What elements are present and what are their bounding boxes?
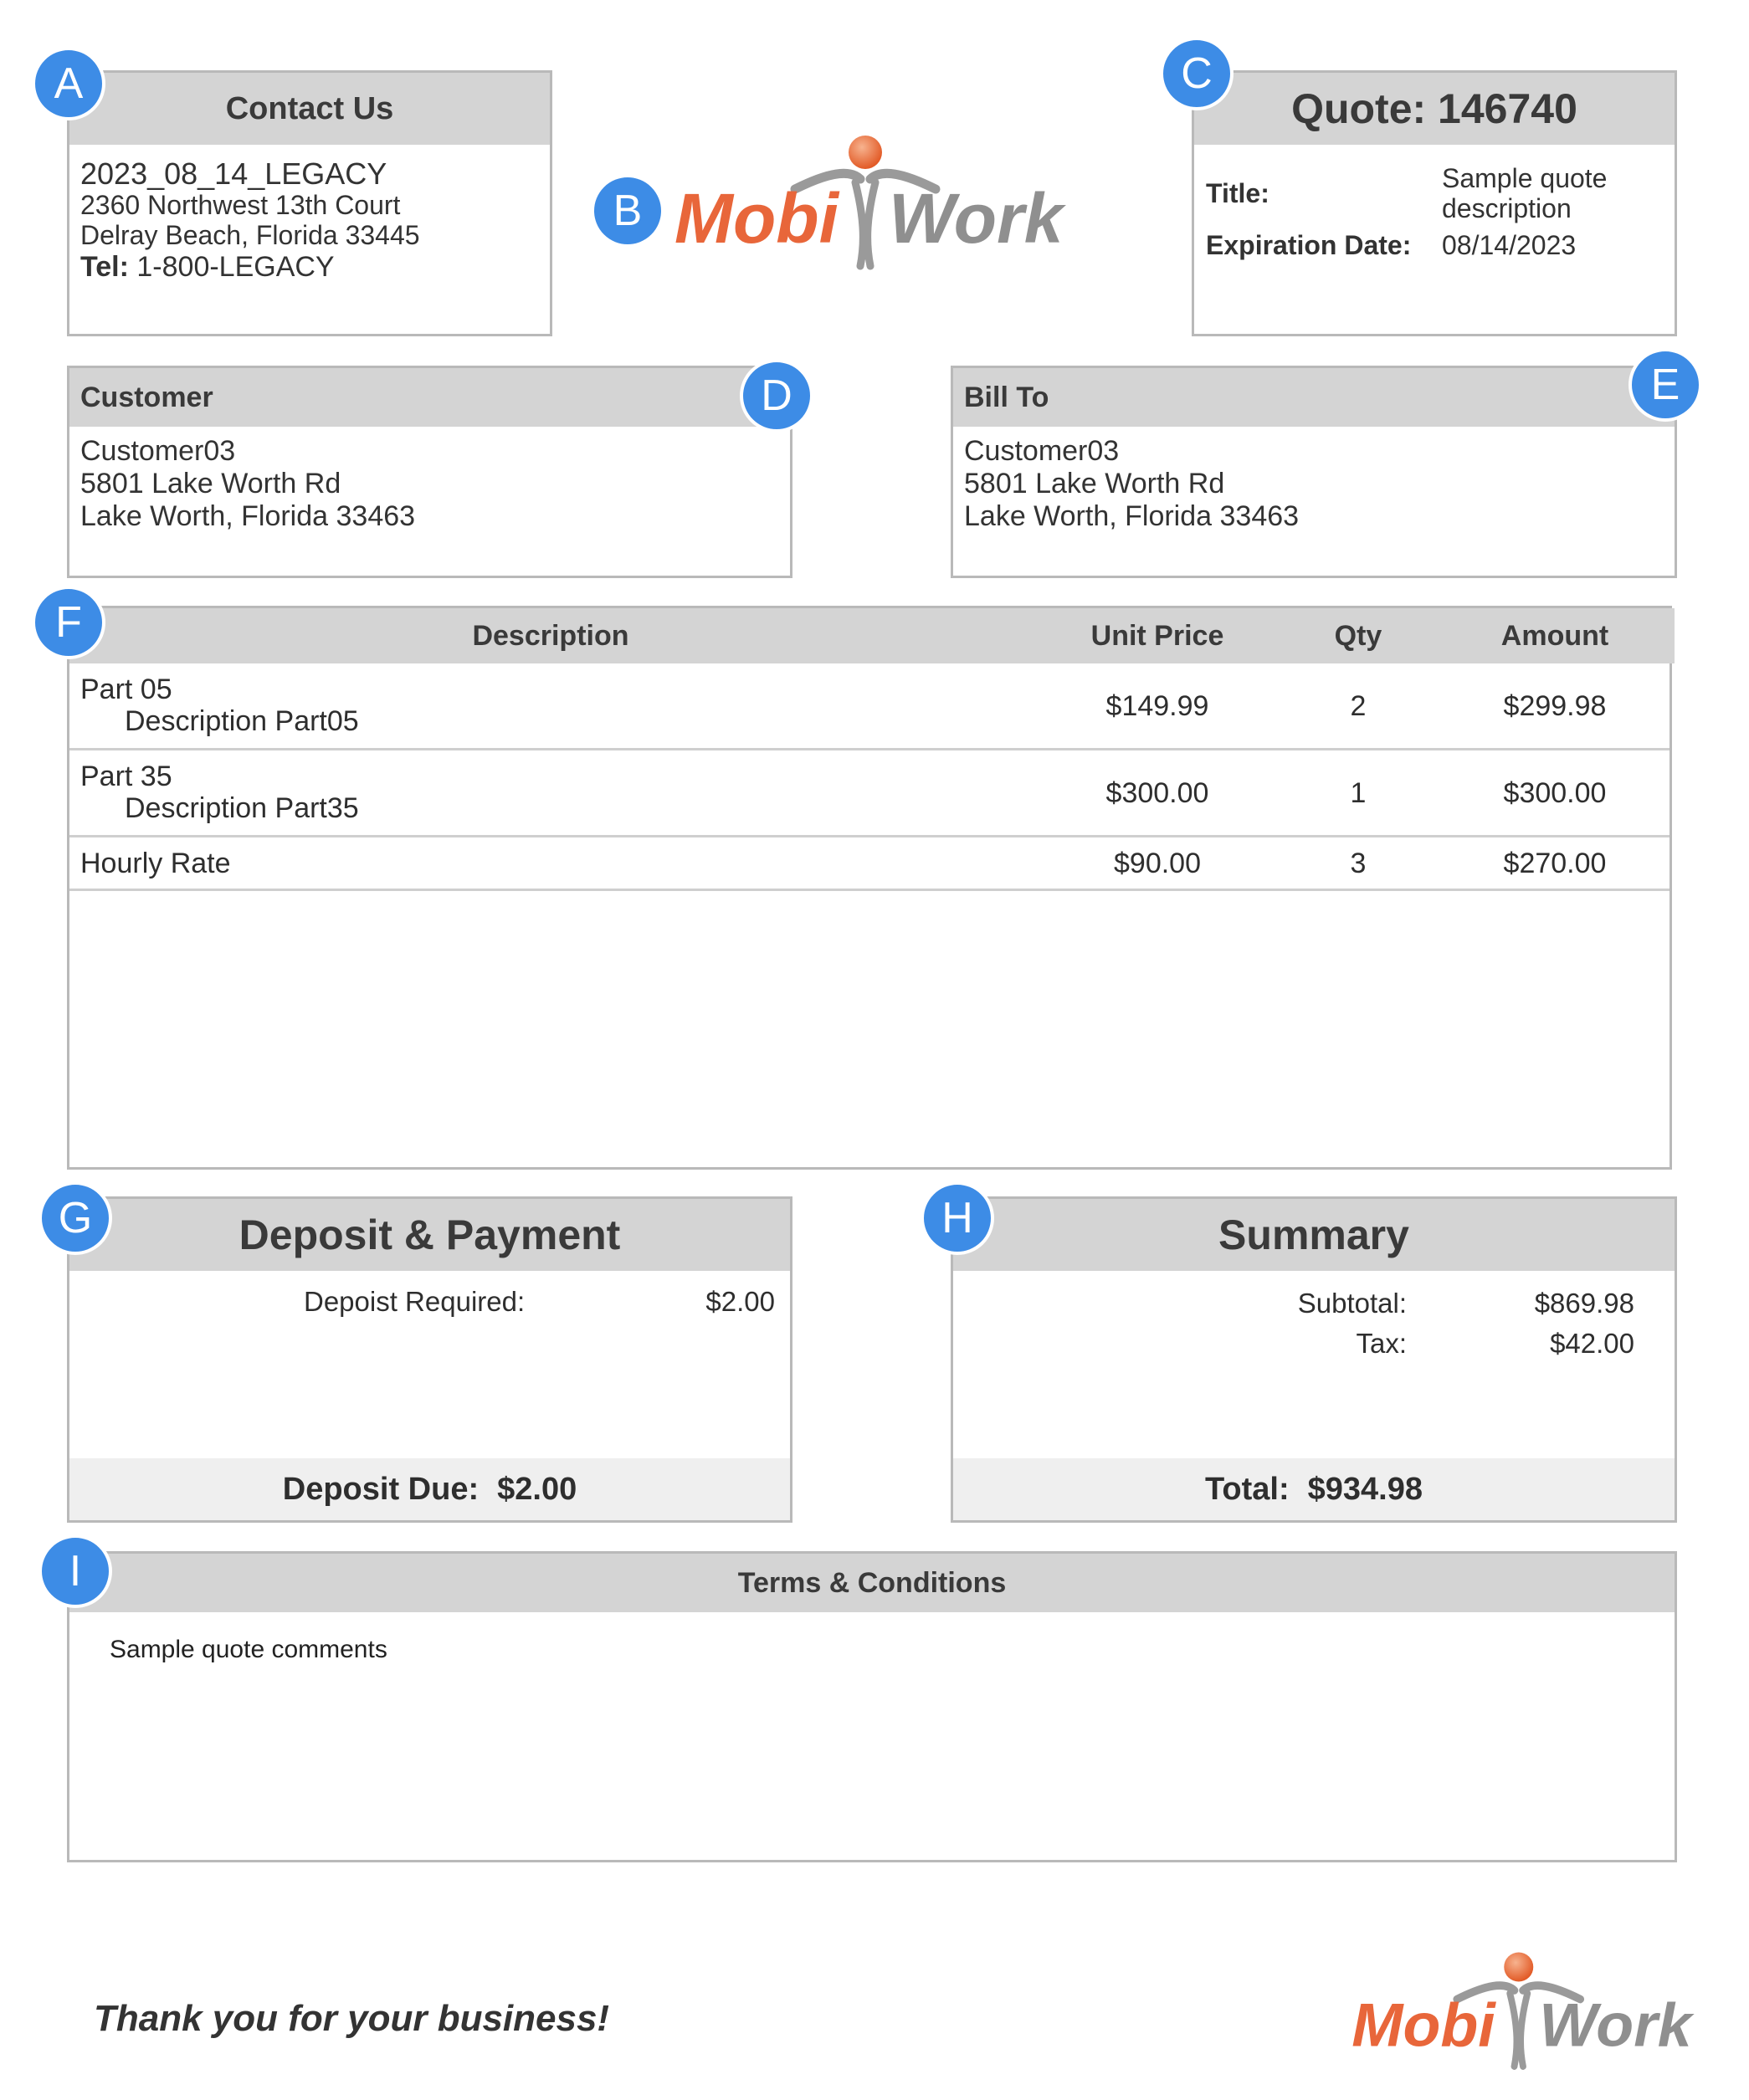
col-header-amount: Amount [1500,620,1609,652]
quote-box: Quote: 146740 Title: Sample quote descri… [1192,70,1677,336]
quote-title-label: Title: [1206,178,1269,208]
item-unit-price: $300.00 [1105,777,1209,809]
annotation-marker-a: A [32,47,105,120]
table-row: Part 05 Description Part05 $149.99 2 $29… [69,663,1670,750]
customer-street: 5801 Lake Worth Rd [80,468,341,499]
subtotal-value: $869.98 [1534,1288,1634,1319]
item-qty: 2 [1350,690,1367,722]
line-items-table: Description Unit Price Qty Amount Part 0… [67,606,1675,1170]
bill-to-street: 5801 Lake Worth Rd [964,468,1225,499]
total-footer: Total: $934.98 [953,1458,1675,1520]
item-qty: 3 [1350,848,1367,879]
item-qty: 1 [1350,777,1367,809]
annotation-marker-f: F [32,586,105,659]
annotation-marker-h: H [921,1181,994,1255]
customer-heading: Customer [69,368,790,427]
item-unit-price: $149.99 [1105,690,1209,722]
bill-to-box: Bill To Customer03 5801 Lake Worth Rd La… [951,366,1677,578]
item-name: Part 05 [80,674,172,705]
company-phone: Tel: 1-800-LEGACY [80,250,539,284]
terms-heading: Terms & Conditions [69,1554,1675,1612]
customer-name: Customer03 [80,435,236,467]
deposit-payment-box: Deposit & Payment Depoist Required: $2.0… [67,1196,792,1523]
subtotal-label: Subtotal: [1297,1288,1407,1319]
table-header: Description Unit Price Qty Amount [69,608,1675,663]
customer-city: Lake Worth, Florida 33463 [80,500,416,532]
quote-details: Title: Sample quote description Expirati… [1206,160,1634,264]
company-city: Delray Beach, Florida 33445 [80,220,420,250]
summary-box: Summary Subtotal: $869.98 Tax: $42.00 To… [951,1196,1677,1523]
total-value: $934.98 [1307,1471,1423,1507]
annotation-marker-e: E [1628,348,1702,422]
footer-logo-text-work: Work [1539,1990,1695,2060]
table-row: Hourly Rate $90.00 3 $270.00 [69,837,1670,891]
item-name: Hourly Rate [80,848,231,879]
bill-to-heading: Bill To [953,368,1675,427]
item-amount: $300.00 [1503,777,1607,809]
item-name: Part 35 [80,761,172,792]
quote-heading: Quote: 146740 [1194,73,1675,145]
terms-conditions-box: Terms & Conditions Sample quote comments [67,1551,1677,1862]
item-description: Description Part05 [125,705,359,737]
phone-value: 1-800-LEGACY [136,251,335,283]
annotation-marker-b: B [591,174,664,248]
summary-heading: Summary [953,1199,1675,1271]
bill-to-name: Customer03 [964,435,1120,467]
footer-mobiwork-logo: Mobi Work [1352,1952,1695,2070]
customer-box: Customer Customer03 5801 Lake Worth Rd L… [67,366,792,578]
table-row: Part 35 Description Part35 $300.00 1 $30… [69,750,1670,837]
logo-text-work: Work [889,179,1067,258]
bill-to-city: Lake Worth, Florida 33463 [964,500,1300,532]
col-header-qty: Qty [1334,620,1382,652]
contact-box: Contact Us 2023_08_14_LEGACY 2360 Northw… [67,70,552,336]
deposit-required-label: Depoist Required: [304,1286,526,1317]
item-description: Description Part35 [125,792,359,824]
contact-heading: Contact Us [69,73,550,145]
item-amount: $299.98 [1503,690,1607,722]
phone-label: Tel: [80,251,129,283]
logo-text-mobi: Mobi [674,179,840,258]
tax-label: Tax: [1356,1328,1407,1359]
thank-you-message: Thank you for your business! [94,1998,610,2039]
annotation-marker-c: C [1160,37,1234,110]
total-label: Total: [1205,1471,1290,1507]
expiration-value: 08/14/2023 [1442,230,1577,260]
annotation-marker-g: G [38,1181,112,1255]
annotation-marker-i: I [38,1534,112,1608]
deposit-required-value: $2.00 [705,1286,775,1317]
quote-title-value: Sample quote description [1442,163,1608,223]
item-amount: $270.00 [1503,848,1607,879]
deposit-due-footer: Deposit Due: $2.00 [69,1458,790,1520]
company-street: 2360 Northwest 13th Court [80,190,401,220]
deposit-due-value: $2.00 [497,1471,577,1507]
expiration-label: Expiration Date: [1206,230,1412,260]
mobiwork-logo: Mobi Work [674,136,1067,270]
tax-value: $42.00 [1550,1328,1634,1359]
deposit-due-label: Deposit Due: [282,1471,480,1507]
col-header-description: Description [472,620,629,652]
col-header-unit-price: Unit Price [1090,620,1224,652]
item-unit-price: $90.00 [1114,848,1201,879]
terms-comments: Sample quote comments [110,1636,387,1663]
company-name: 2023_08_14_LEGACY [80,156,387,191]
annotation-marker-d: D [740,359,813,433]
footer-logo-text-mobi: Mobi [1352,1990,1496,2060]
deposit-heading: Deposit & Payment [69,1199,790,1271]
